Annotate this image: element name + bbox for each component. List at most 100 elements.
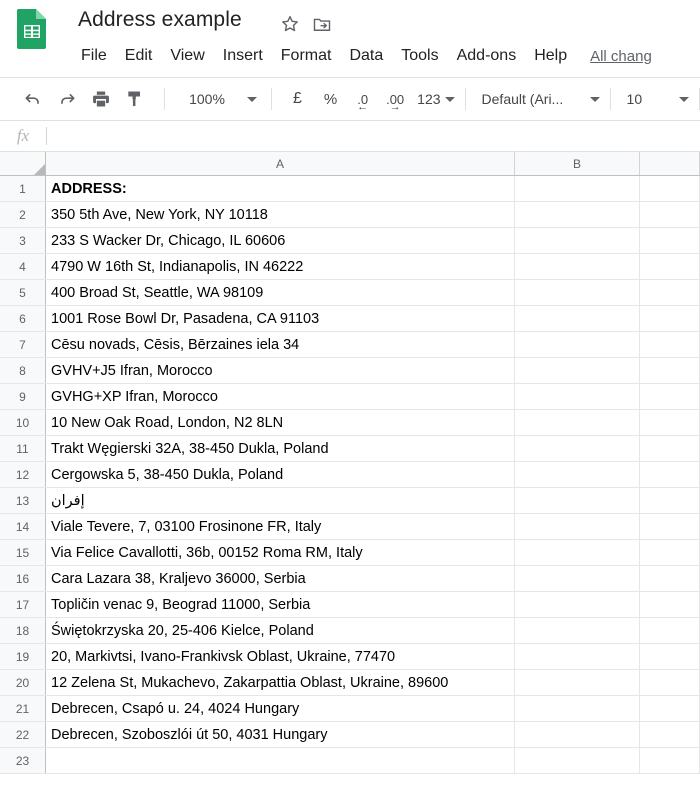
cell-b2[interactable] [515,202,640,227]
cell-a7[interactable]: Cēsu novads, Cēsis, Bērzaines iela 34 [46,332,515,357]
cell-c10[interactable] [640,410,700,435]
cell-c8[interactable] [640,358,700,383]
cell-c4[interactable] [640,254,700,279]
cell-c14[interactable] [640,514,700,539]
cell-b7[interactable] [515,332,640,357]
cell-a20[interactable]: 12 Zelena St, Mukachevo, Zakarpattia Obl… [46,670,515,695]
cell-b14[interactable] [515,514,640,539]
decrease-decimal-button[interactable]: .0 ← [348,93,377,113]
cell-c20[interactable] [640,670,700,695]
column-header-a[interactable]: A [46,152,515,175]
formula-input[interactable] [47,121,700,151]
save-status[interactable]: All chang [590,48,652,65]
cell-b12[interactable] [515,462,640,487]
row-header[interactable]: 6 [0,306,46,331]
row-header[interactable]: 7 [0,332,46,357]
cell-a10[interactable]: 10 New Oak Road, London, N2 8LN [46,410,515,435]
cell-b16[interactable] [515,566,640,591]
cell-b22[interactable] [515,722,640,747]
cell-a3[interactable]: 233 S Wacker Dr, Chicago, IL 60606 [46,228,515,253]
row-header[interactable]: 15 [0,540,46,565]
row-header[interactable]: 20 [0,670,46,695]
menu-item-tools[interactable]: Tools [392,45,447,67]
print-icon[interactable] [86,85,116,113]
cell-c11[interactable] [640,436,700,461]
cell-a18[interactable]: Świętokrzyska 20, 25-406 Kielce, Poland [46,618,515,643]
cell-c16[interactable] [640,566,700,591]
row-header[interactable]: 12 [0,462,46,487]
cell-c7[interactable] [640,332,700,357]
column-header-c[interactable] [640,152,700,175]
row-header[interactable]: 13 [0,488,46,513]
cell-a17[interactable]: Topličin venac 9, Beograd 11000, Serbia [46,592,515,617]
row-header[interactable]: 2 [0,202,46,227]
row-header[interactable]: 17 [0,592,46,617]
cell-b8[interactable] [515,358,640,383]
menu-item-help[interactable]: Help [525,45,576,67]
cell-c17[interactable] [640,592,700,617]
cell-b15[interactable] [515,540,640,565]
undo-icon[interactable] [18,85,48,113]
star-icon[interactable] [280,14,300,34]
font-size-value[interactable]: 10 [621,91,667,107]
percent-format-button[interactable]: % [313,91,348,108]
menu-item-file[interactable]: File [78,45,116,67]
row-header[interactable]: 4 [0,254,46,279]
number-format-label[interactable]: 123 [417,91,440,107]
cell-b20[interactable] [515,670,640,695]
menu-item-format[interactable]: Format [272,45,341,67]
cell-a22[interactable]: Debrecen, Szoboszlói út 50, 4031 Hungary [46,722,515,747]
cell-c3[interactable] [640,228,700,253]
cell-a15[interactable]: Via Felice Cavallotti, 36b, 00152 Roma R… [46,540,515,565]
menu-item-insert[interactable]: Insert [214,45,272,67]
menu-item-data[interactable]: Data [340,45,392,67]
row-header[interactable]: 9 [0,384,46,409]
cell-c21[interactable] [640,696,700,721]
row-header[interactable]: 22 [0,722,46,747]
cell-b13[interactable] [515,488,640,513]
cell-a14[interactable]: Viale Tevere, 7, 03100 Frosinone FR, Ita… [46,514,515,539]
row-header[interactable]: 1 [0,176,46,201]
cell-b10[interactable] [515,410,640,435]
cell-c1[interactable] [640,176,700,201]
cell-a23[interactable] [46,748,515,773]
cell-b4[interactable] [515,254,640,279]
cell-c15[interactable] [640,540,700,565]
menu-item-view[interactable]: View [161,45,213,67]
cell-a4[interactable]: 4790 W 16th St, Indianapolis, IN 46222 [46,254,515,279]
cell-c2[interactable] [640,202,700,227]
select-all-corner[interactable] [0,152,46,175]
cell-c13[interactable] [640,488,700,513]
row-header[interactable]: 16 [0,566,46,591]
increase-decimal-button[interactable]: .00 → [377,93,413,113]
move-to-folder-icon[interactable] [312,14,332,34]
row-header[interactable]: 14 [0,514,46,539]
row-header[interactable]: 18 [0,618,46,643]
row-header[interactable]: 8 [0,358,46,383]
cell-a8[interactable]: GVHV+J5 Ifran, Morocco [46,358,515,383]
menu-item-edit[interactable]: Edit [116,45,162,67]
cell-c19[interactable] [640,644,700,669]
cell-b17[interactable] [515,592,640,617]
cell-a12[interactable]: Cergowska 5, 38-450 Dukla, Poland [46,462,515,487]
cell-a5[interactable]: 400 Broad St, Seattle, WA 98109 [46,280,515,305]
cell-b23[interactable] [515,748,640,773]
cell-a2[interactable]: 350 5th Ave, New York, NY 10118 [46,202,515,227]
document-title[interactable]: Address example [78,8,242,32]
cell-a21[interactable]: Debrecen, Csapó u. 24, 4024 Hungary [46,696,515,721]
cell-a16[interactable]: Cara Lazara 38, Kraljevo 36000, Serbia [46,566,515,591]
row-header[interactable]: 10 [0,410,46,435]
cell-c12[interactable] [640,462,700,487]
paint-format-icon[interactable] [120,85,150,113]
row-header[interactable]: 11 [0,436,46,461]
cell-b9[interactable] [515,384,640,409]
font-family-value[interactable]: Default (Ari... [476,91,586,107]
cell-c22[interactable] [640,722,700,747]
menu-item-add-ons[interactable]: Add-ons [448,45,526,67]
chevron-down-icon[interactable] [589,96,600,102]
cell-b6[interactable] [515,306,640,331]
column-header-b[interactable]: B [515,152,640,175]
zoom-control[interactable]: 100% [175,91,261,107]
cell-a9[interactable]: GVHG+XP Ifran, Morocco [46,384,515,409]
cell-c18[interactable] [640,618,700,643]
